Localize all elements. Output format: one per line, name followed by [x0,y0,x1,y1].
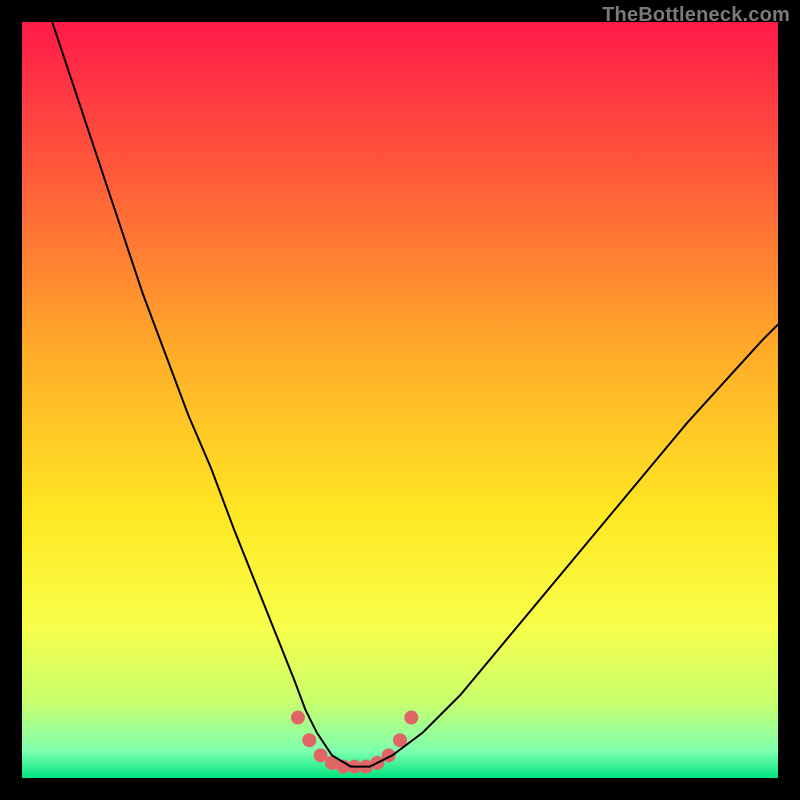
watermark-text: TheBottleneck.com [602,4,790,27]
marker-dot [302,733,316,747]
chart-canvas [22,22,778,778]
chart-frame: TheBottleneck.com [0,0,800,800]
plot-area [22,22,778,778]
marker-dot [291,711,305,725]
marker-dot [404,711,418,725]
gradient-background [22,22,778,778]
